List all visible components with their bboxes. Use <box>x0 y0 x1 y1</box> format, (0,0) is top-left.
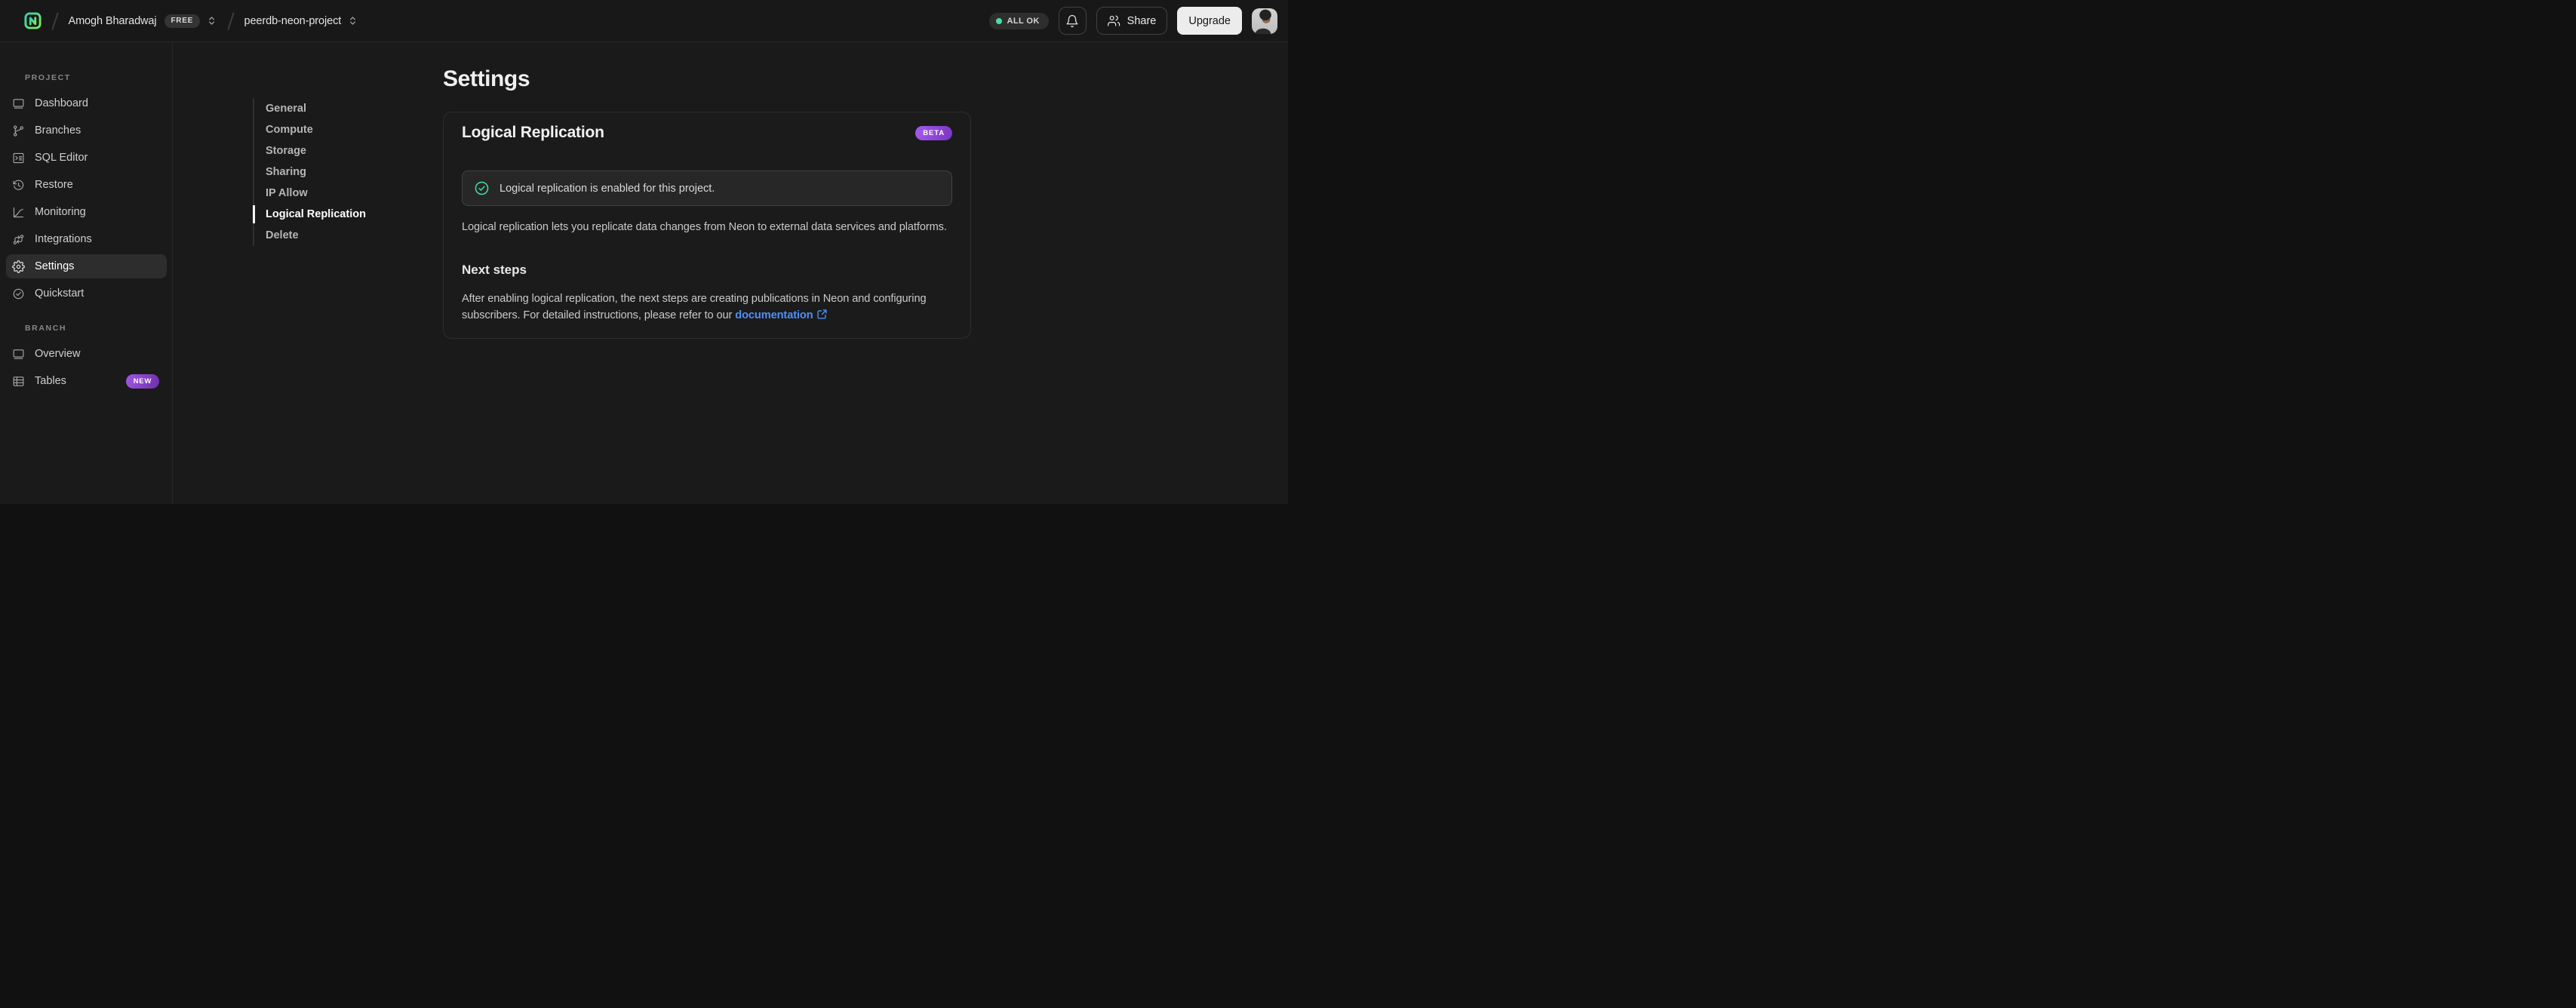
sidebar-item-monitoring[interactable]: Monitoring <box>6 200 167 224</box>
chart-icon <box>12 206 25 219</box>
settings-nav-compute[interactable]: Compute <box>266 119 366 140</box>
status-label: ALL OK <box>1007 16 1040 26</box>
logical-replication-card: Logical Replication BETA Logical replica… <box>443 112 971 339</box>
window-icon <box>12 97 25 110</box>
settings-nav-sharing[interactable]: Sharing <box>266 161 366 183</box>
breadcrumb-divider <box>51 11 59 30</box>
project-switcher-chevron-icon[interactable] <box>347 15 358 26</box>
topbar: Amogh Bharadwaj FREE peerdb-neon-project… <box>0 0 1288 42</box>
sidebar-item-label: Tables <box>35 375 66 387</box>
success-alert: Logical replication is enabled for this … <box>462 171 952 206</box>
documentation-link[interactable]: documentation <box>735 309 827 321</box>
card-title: Logical Replication <box>462 124 604 141</box>
external-link-icon <box>816 309 827 319</box>
breadcrumb-project[interactable]: peerdb-neon-project <box>244 15 341 27</box>
users-icon <box>1107 14 1120 27</box>
sidebar-item-label: Dashboard <box>35 97 88 109</box>
breadcrumb-divider <box>227 11 235 30</box>
success-check-icon <box>474 180 490 196</box>
sidebar-item-label: Monitoring <box>35 206 86 218</box>
sidebar-item-branches[interactable]: Branches <box>6 118 167 143</box>
sidebar: PROJECT Dashboard Branches SQL Editor Re… <box>0 43 173 504</box>
sidebar-item-dashboard[interactable]: Dashboard <box>6 91 167 115</box>
page-title: Settings <box>443 66 530 91</box>
success-alert-text: Logical replication is enabled for this … <box>500 182 715 195</box>
settings-nav-delete[interactable]: Delete <box>266 225 366 246</box>
sidebar-item-tables[interactable]: Tables NEW <box>6 369 167 393</box>
status-badge[interactable]: ALL OK <box>988 12 1049 29</box>
gear-icon <box>12 260 25 273</box>
beta-badge: BETA <box>915 125 952 140</box>
topbar-actions: ALL OK Share Upgrade <box>988 7 1277 35</box>
git-branch-icon <box>12 124 25 137</box>
plan-badge: FREE <box>164 14 200 28</box>
check-circle-icon <box>12 287 25 300</box>
integrations-icon <box>12 233 25 246</box>
sidebar-item-label: SQL Editor <box>35 152 88 164</box>
sidebar-item-quickstart[interactable]: Quickstart <box>6 281 167 306</box>
next-steps-text-body: After enabling logical replication, the … <box>462 293 927 321</box>
sidebar-item-label: Quickstart <box>35 287 85 300</box>
settings-nav-logical-replication[interactable]: Logical Replication <box>253 204 366 225</box>
table-icon <box>12 375 25 388</box>
sidebar-item-integrations[interactable]: Integrations <box>6 227 167 251</box>
user-avatar[interactable] <box>1252 8 1277 34</box>
share-label: Share <box>1127 14 1157 27</box>
window-icon <box>12 348 25 361</box>
history-icon <box>12 179 25 192</box>
new-badge: NEW <box>125 373 159 389</box>
bell-icon <box>1065 14 1079 28</box>
neon-logo-icon[interactable] <box>24 12 41 29</box>
sidebar-item-sql-editor[interactable]: SQL Editor <box>6 146 167 170</box>
sidebar-item-overview[interactable]: Overview <box>6 342 167 366</box>
sidebar-item-settings[interactable]: Settings <box>6 254 167 278</box>
settings-nav: General Compute Storage Sharing IP Allow… <box>253 98 366 246</box>
org-switcher-chevron-icon[interactable] <box>206 15 217 26</box>
documentation-link-label: documentation <box>735 309 813 321</box>
status-ok-dot-icon <box>995 17 1002 24</box>
share-button[interactable]: Share <box>1096 7 1168 35</box>
sidebar-item-label: Integrations <box>35 233 92 245</box>
sidebar-item-label: Overview <box>35 348 81 360</box>
sidebar-item-restore[interactable]: Restore <box>6 173 167 197</box>
sidebar-item-label: Restore <box>35 179 73 191</box>
settings-nav-general[interactable]: General <box>266 98 366 119</box>
card-header: Logical Replication BETA <box>462 124 952 142</box>
settings-nav-ip-allow[interactable]: IP Allow <box>266 183 366 204</box>
terminal-icon <box>12 152 25 164</box>
sidebar-section-project: PROJECT <box>25 73 71 82</box>
card-description: Logical replication lets you replicate d… <box>462 221 947 233</box>
sidebar-item-label: Branches <box>35 124 81 137</box>
upgrade-button[interactable]: Upgrade <box>1177 7 1242 35</box>
app-window: Amogh Bharadwaj FREE peerdb-neon-project… <box>0 0 1288 504</box>
next-steps-heading: Next steps <box>462 263 527 277</box>
settings-nav-storage[interactable]: Storage <box>266 140 366 161</box>
sidebar-section-gap <box>24 309 149 324</box>
sidebar-item-label: Settings <box>35 260 75 272</box>
next-steps-text: After enabling logical replication, the … <box>462 291 951 324</box>
breadcrumb-org[interactable]: Amogh Bharadwaj <box>69 15 157 27</box>
notifications-button[interactable] <box>1058 7 1087 35</box>
sidebar-section-branch: BRANCH <box>25 324 67 333</box>
